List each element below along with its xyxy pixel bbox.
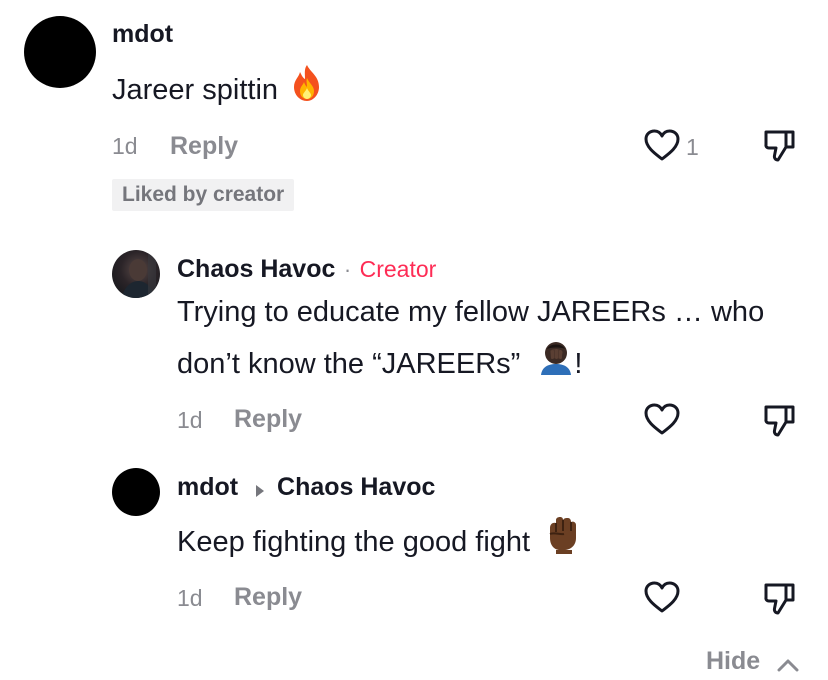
comment-timestamp: 1d (177, 585, 203, 611)
separator-dot: · (343, 257, 352, 282)
fire-emoji (290, 64, 324, 119)
thumbs-down-icon[interactable] (762, 402, 798, 438)
chevron-up-icon (777, 658, 799, 672)
like-count: 1 (686, 134, 699, 160)
comment-text-line2: don’t know the “JAREERs” ! (177, 338, 582, 392)
comment-header: Chaos Havoc · Creator (177, 255, 436, 284)
creator-avatar[interactable] (112, 250, 160, 298)
comment-text: Keep fighting the good fight (177, 516, 580, 571)
liked-by-creator-badge: Liked by creator (112, 179, 295, 211)
comment-header: mdot Chaos Havoc (177, 473, 435, 502)
reply-button[interactable]: Reply (234, 405, 302, 434)
reply-button[interactable]: Reply (170, 132, 238, 161)
avatar-image (122, 254, 156, 298)
comment-text-content: Jareer spittin (112, 74, 279, 107)
reply-to-username[interactable]: Chaos Havoc (277, 473, 435, 501)
raised-fist-emoji (546, 516, 580, 571)
comment-username[interactable]: Chaos Havoc (177, 255, 335, 283)
comment-text-content: Keep fighting the good fight (177, 526, 531, 559)
caret-right-icon (255, 484, 265, 498)
hide-replies-button[interactable]: Hide (706, 647, 799, 676)
avatar[interactable] (24, 16, 96, 88)
comment-username[interactable]: mdot (177, 473, 238, 501)
facepalm-emoji (538, 339, 574, 392)
comment-text-line1: Trying to educate my fellow JAREERs … wh… (177, 296, 765, 328)
heart-outline-icon[interactable] (643, 580, 681, 614)
heart-outline-icon[interactable] (643, 128, 681, 162)
comment-timestamp: 1d (177, 407, 203, 433)
comment-username[interactable]: mdot (112, 20, 173, 49)
comment-timestamp: 1d (112, 133, 138, 159)
reply-button[interactable]: Reply (234, 583, 302, 612)
comment-text: Jareer spittin (112, 64, 324, 119)
thumbs-down-icon[interactable] (762, 127, 798, 163)
avatar[interactable] (112, 468, 160, 516)
heart-outline-icon[interactable] (643, 402, 681, 436)
comment-text-content: don’t know the “JAREERs” (177, 348, 521, 380)
thumbs-down-icon[interactable] (762, 580, 798, 616)
hide-label: Hide (706, 647, 761, 675)
comment-text-suffix: ! (574, 348, 583, 380)
creator-label: Creator (359, 256, 437, 282)
